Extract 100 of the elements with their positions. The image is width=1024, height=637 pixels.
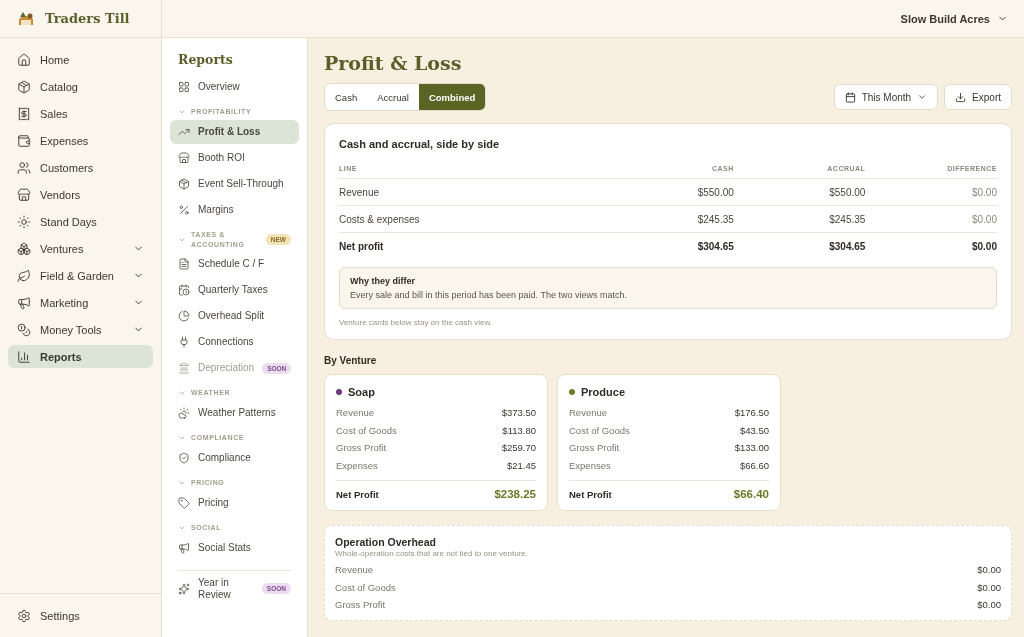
nav-item[interactable]: Vendors [8,183,153,206]
subnav-item[interactable]: Weather Patterns [170,401,299,426]
net-label: Net Profit [336,488,379,500]
cloud-sun-icon [178,407,190,420]
sparkles-icon [178,582,190,595]
table-cell: $550.00 [733,179,866,206]
nav-item[interactable]: Customers [8,156,153,179]
view-tab[interactable]: Cash [325,84,368,110]
subnav-item[interactable]: Overview [170,75,299,99]
boxes-icon [17,241,31,256]
table-cell: $245.35 [602,206,734,233]
line-value: $133.00 [734,442,769,454]
subnav-item[interactable]: Compliance [170,446,299,470]
subnav-item[interactable]: Overhead Split [170,304,299,329]
users-icon [17,160,31,175]
line-label: Gross Profit [569,442,620,454]
nav-item[interactable]: Home [8,48,153,71]
calendar-clock-icon [178,284,190,297]
note-text: Every sale and bill in this period has been paid. The two views match. [350,290,628,300]
tag-icon [178,496,190,509]
line-label: Expenses [569,459,611,471]
subnav-item[interactable]: Booth ROI [170,145,299,170]
subnav-item[interactable]: Schedule C / F [170,252,299,277]
line-label: Expenses [336,459,378,471]
line-value: $113.80 [502,424,536,436]
table-cell: $245.35 [733,206,866,233]
subnav-item[interactable]: Social Stats [170,535,299,560]
venture-name: Produce [581,386,625,398]
subnav-item[interactable]: Connections [170,330,299,355]
bar-chart-icon [17,349,31,364]
venture-name: Soap [348,386,375,398]
line-value: $373.50 [501,407,536,419]
nav-item[interactable]: Sales [8,102,153,125]
line-label: Gross Profit [336,442,387,454]
subnav-item[interactable]: Event Sell-Through [170,171,299,196]
line-label: Cost of Goods [336,424,397,436]
grid-icon [178,81,190,93]
megaphone-icon [178,541,190,554]
line-label: Cost of Goods [335,581,396,593]
table-cell-text: $0.00 [970,240,997,254]
period-dropdown[interactable]: This Month [833,84,939,110]
net-label: Net Profit [569,488,612,500]
settings-icon [17,608,31,623]
coins-icon [17,322,31,337]
view-tab[interactable]: Accrual [367,84,419,110]
document-icon [178,258,190,271]
subnav-item[interactable]: Margins [170,197,299,222]
shield-icon [178,452,190,464]
percent-icon [178,203,190,216]
nav-item[interactable]: Ventures [8,237,153,260]
pie-chart-icon [178,310,190,323]
receipt-icon [17,106,31,121]
line-value: $21.45 [506,459,536,471]
card-title: Operation Overhead [335,536,437,548]
page-title: Profit & Loss [324,52,463,74]
nav-item[interactable]: Catalog [8,75,153,98]
leaf-icon [17,268,31,283]
line-value: $176.50 [734,407,769,419]
home-icon [17,52,31,67]
chevron-down-icon [917,92,928,102]
download-icon [955,91,967,103]
section-heading: By Venture [324,355,378,366]
nav-item[interactable]: Reports [8,345,153,368]
nav-item[interactable]: Marketing [8,291,153,314]
table-cell: Revenue [339,179,603,206]
store-icon [178,151,190,164]
line-value: $0.00 [977,599,1001,611]
card-title: Cash and accrual, side by side [339,138,501,150]
nav-item[interactable]: Stand Days [8,210,153,233]
line-value: $43.50 [739,424,769,436]
table-cell: $0.00 [865,179,997,206]
account-switcher[interactable]: Slow Build Acres [900,12,1008,25]
footnote: Venture cards below stay on the cash view. [339,318,493,327]
subnav-item[interactable]: Pricing [170,490,299,515]
table-cell: $0.00 [865,206,997,233]
subnav-item[interactable]: Profit & Loss [170,119,299,144]
line-label: Gross Profit [335,599,386,611]
plug-icon [178,336,190,349]
line-value: $259.70 [501,442,536,454]
wallet-icon [17,133,31,148]
net-value: $238.25 [494,488,536,500]
megaphone-icon [17,295,31,310]
calendar-icon [844,91,856,103]
settings-link[interactable]: Settings [8,604,153,627]
table-cell: $550.00 [602,179,734,206]
store-icon [17,187,31,202]
line-label: Revenue [569,407,608,419]
subnav-item[interactable]: Quarterly Taxes [170,278,299,303]
nav-item[interactable]: Field & Garden [8,264,153,287]
table-cell-text: Net profit [339,240,385,254]
sun-icon [17,214,31,229]
line-label: Cost of Goods [569,424,630,436]
nav-item[interactable]: Money Tools [8,318,153,341]
export-button[interactable]: Export [944,84,1012,110]
table-cell: Costs & expenses [339,206,603,233]
view-tab[interactable]: Combined [418,84,486,110]
table-cell-text: $304.65 [696,240,734,254]
line-label: Revenue [335,564,374,576]
package-icon [17,79,31,94]
nav-item[interactable]: Expenses [8,129,153,152]
